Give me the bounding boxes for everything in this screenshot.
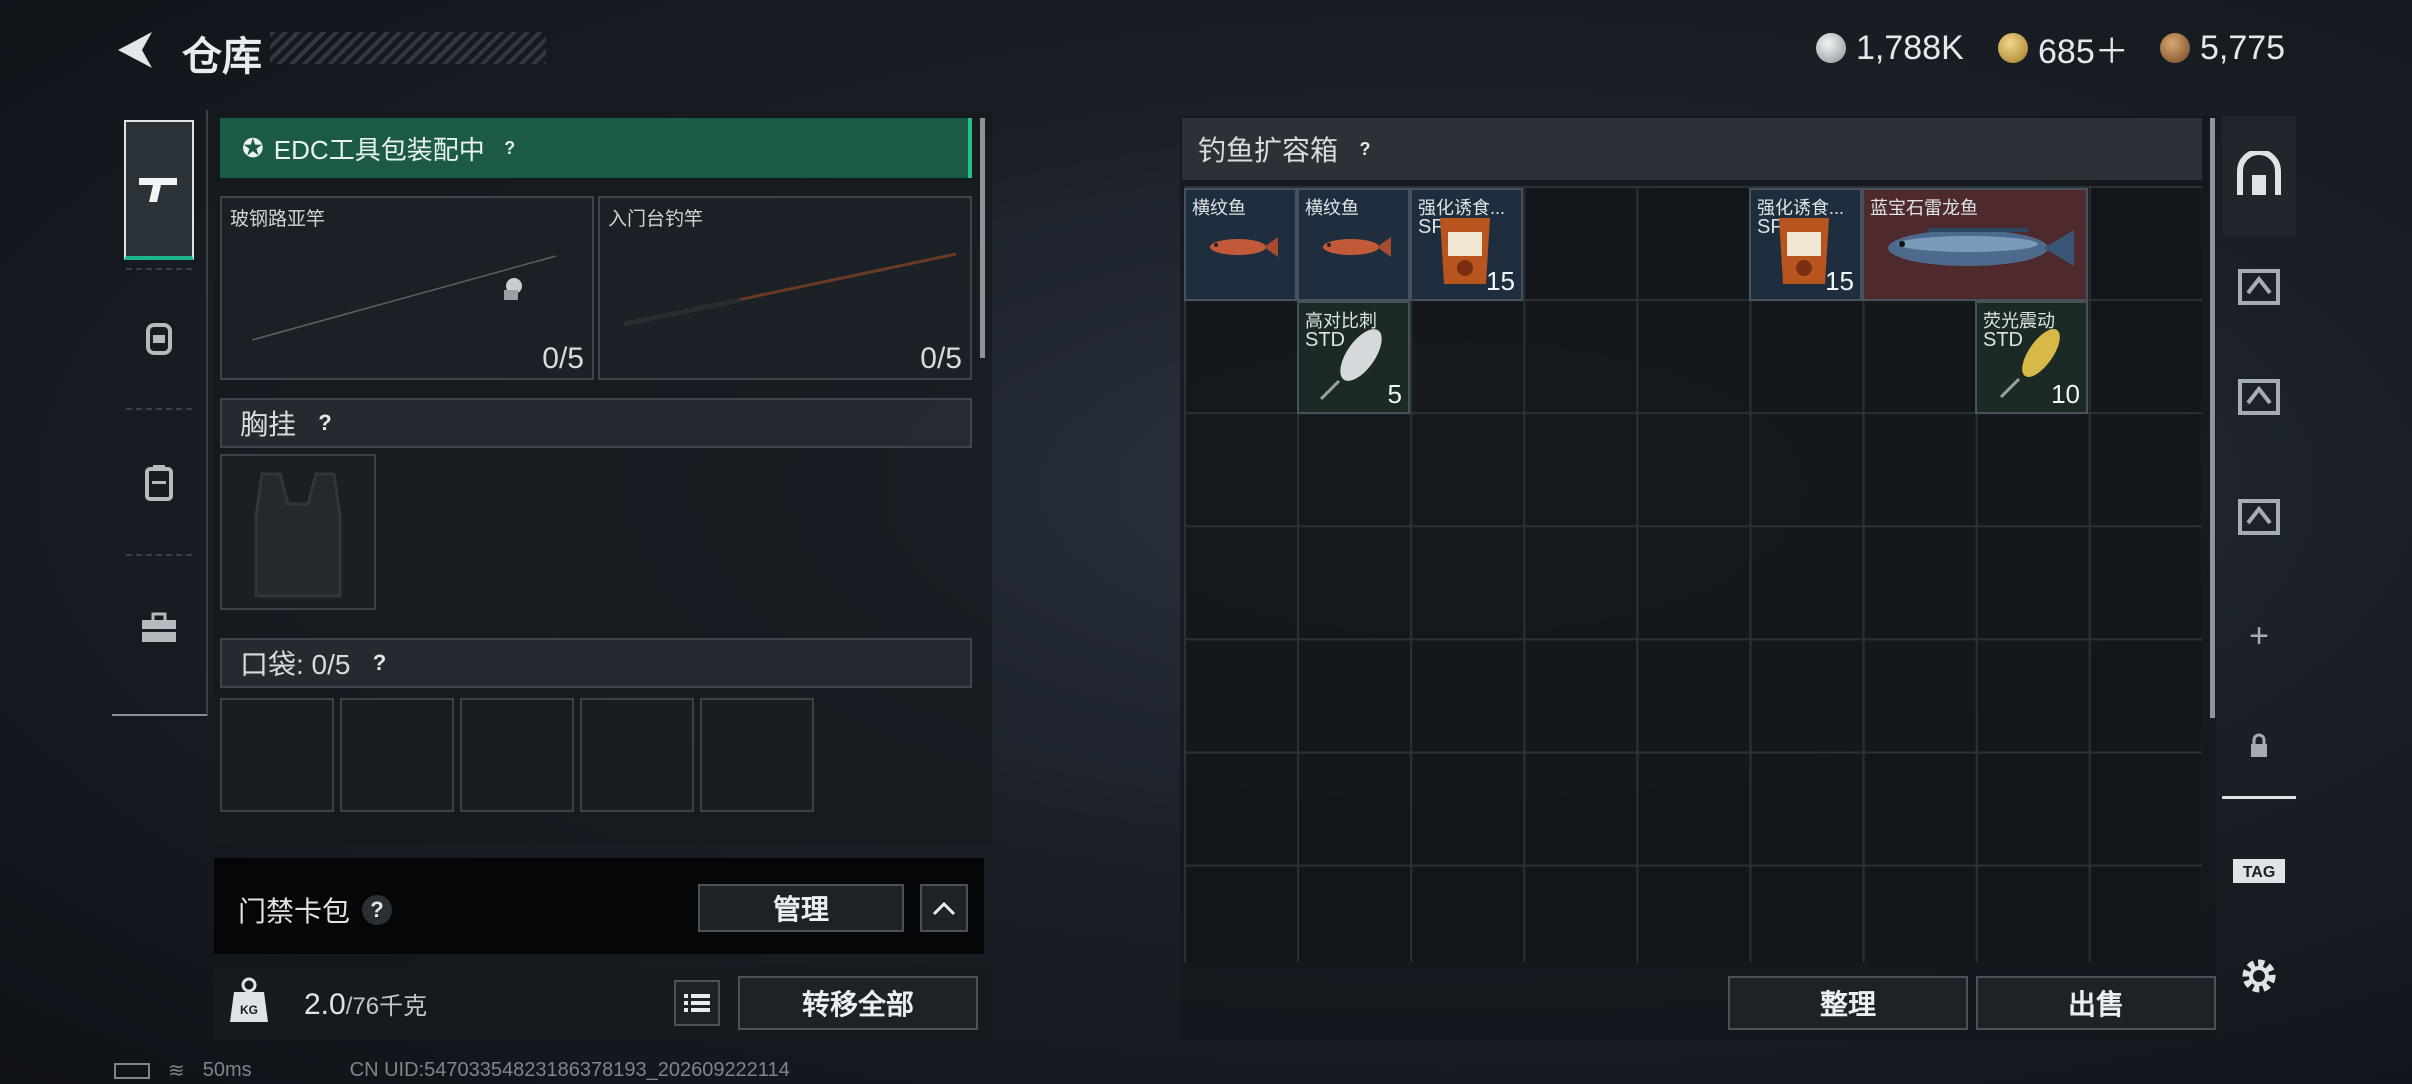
fish-striped-icon [1323,237,1391,257]
silver-spoon-lure-icon [1319,329,1382,401]
help-icon[interactable]: ? [310,408,340,438]
fish-striped-icon [1210,237,1278,257]
currency-bronze: 5,775 [2160,28,2285,68]
weight-kg-icon: KG [230,977,268,1022]
container-tab[interactable] [2222,236,2296,336]
stash-item[interactable]: 荧光震动 STD 10 [1975,301,2088,414]
tab-backpack[interactable] [124,412,194,552]
stash-item[interactable]: 横纹鱼 [1297,188,1410,301]
container-icon [2238,499,2280,535]
weight-readout: 2.0/76千克 [304,988,428,1021]
gold-triangle-coin-icon [1998,33,2028,63]
backpack-icon [145,465,173,501]
currency-gold: 685＋ [1998,28,2129,71]
locked-slot[interactable] [2222,696,2296,799]
stash-item[interactable]: 高对比刺 STD 5 [1297,301,1410,414]
pocket-slot[interactable] [220,698,334,812]
tab-weapons[interactable] [124,120,194,260]
sapphire-snakehead-fish-icon [1888,228,2074,266]
left-category-nav [112,110,208,716]
container-icon [2238,379,2280,415]
keycard-label: 门禁卡包 ? [238,890,393,930]
silver-coin-icon [1816,33,1846,63]
gun-icon [139,178,177,202]
sort-button[interactable]: 整理 [1728,976,1968,1030]
stash-item[interactable]: 强化诱食... SP 15 [1749,188,1862,301]
container-tab[interactable] [2222,456,2296,576]
transfer-all-button[interactable]: 转移全部 [738,976,978,1030]
battery-icon [114,1062,150,1079]
stash-home-tab[interactable] [2222,116,2296,236]
rod-slot-pole[interactable]: 入门台钓竿 0/5 [598,196,972,380]
stash-header: 钓鱼扩容箱 ? [1182,118,2202,180]
helmet-icon [146,323,172,355]
settings-button[interactable] [2222,936,2296,1016]
container-tab[interactable] [2222,336,2296,456]
stash-tag-icon: TAG [2233,859,2285,883]
collapse-button[interactable] [920,884,968,932]
pole-rod-image [623,252,957,327]
gear-status-icon: ✪ [242,132,264,163]
chest-rig-silhouette [254,472,342,598]
lock-icon [2251,733,2267,757]
chest-rig-slot[interactable] [220,454,376,610]
stash-scrollbar[interactable] [2210,118,2215,718]
title-decoration [270,32,546,64]
stash-item[interactable]: 横纹鱼 [1184,188,1297,301]
pocket-header: 口袋: 0/5 ? [220,638,972,688]
help-icon[interactable]: ? [495,133,525,163]
sell-button[interactable]: 出售 [1976,976,2216,1030]
chevron-up-icon [932,901,956,916]
settings-gear-icon [2242,959,2276,993]
stash-item[interactable]: 蓝宝石雷龙鱼 [1862,188,2088,301]
svg-text:KG: KG [240,1003,258,1017]
loadout-scrollbar[interactable] [980,118,985,358]
pocket-slot[interactable] [700,698,814,812]
stash-tag-tab[interactable]: TAG [2222,816,2296,926]
wifi-icon: ≋ [168,1060,185,1082]
pocket-slot[interactable] [340,698,454,812]
edc-status-banner[interactable]: ✪ EDC工具包装配中 ? [220,118,972,178]
bronze-coin-icon [2160,33,2190,63]
help-icon[interactable]: ? [1350,134,1380,164]
tab-gear[interactable] [124,270,194,410]
manage-keycards-button[interactable]: 管理 [698,884,904,932]
chest-rig-header: 胸挂 ? [220,398,972,448]
add-container-button[interactable]: + [2222,576,2296,696]
rod-slot-lure[interactable]: 玻钢路亚竿 0/5 [220,196,594,380]
lure-rod-image [251,253,557,343]
list-icon [684,994,710,1012]
toolbox-icon [142,612,176,642]
stash-home-icon [2237,151,2281,195]
list-view-button[interactable] [674,980,720,1026]
status-bar: ≋ 50ms CN UID:54703354823186378193_20260… [114,1058,790,1083]
tab-toolbox[interactable] [124,558,194,698]
currency-silver: 1,788K [1816,28,1964,68]
back-arrow-icon[interactable] [112,26,160,74]
help-icon[interactable]: ? [364,648,394,678]
stash-item[interactable]: 强化诱食... SP 15 [1410,188,1523,301]
pocket-slot[interactable] [580,698,694,812]
page-title: 仓库 [182,35,262,79]
container-icon [2238,269,2280,305]
pocket-slot[interactable] [460,698,574,812]
plus-icon: + [2249,616,2269,655]
svg-text:TAG: TAG [2243,864,2276,881]
help-icon[interactable]: ? [362,895,393,925]
